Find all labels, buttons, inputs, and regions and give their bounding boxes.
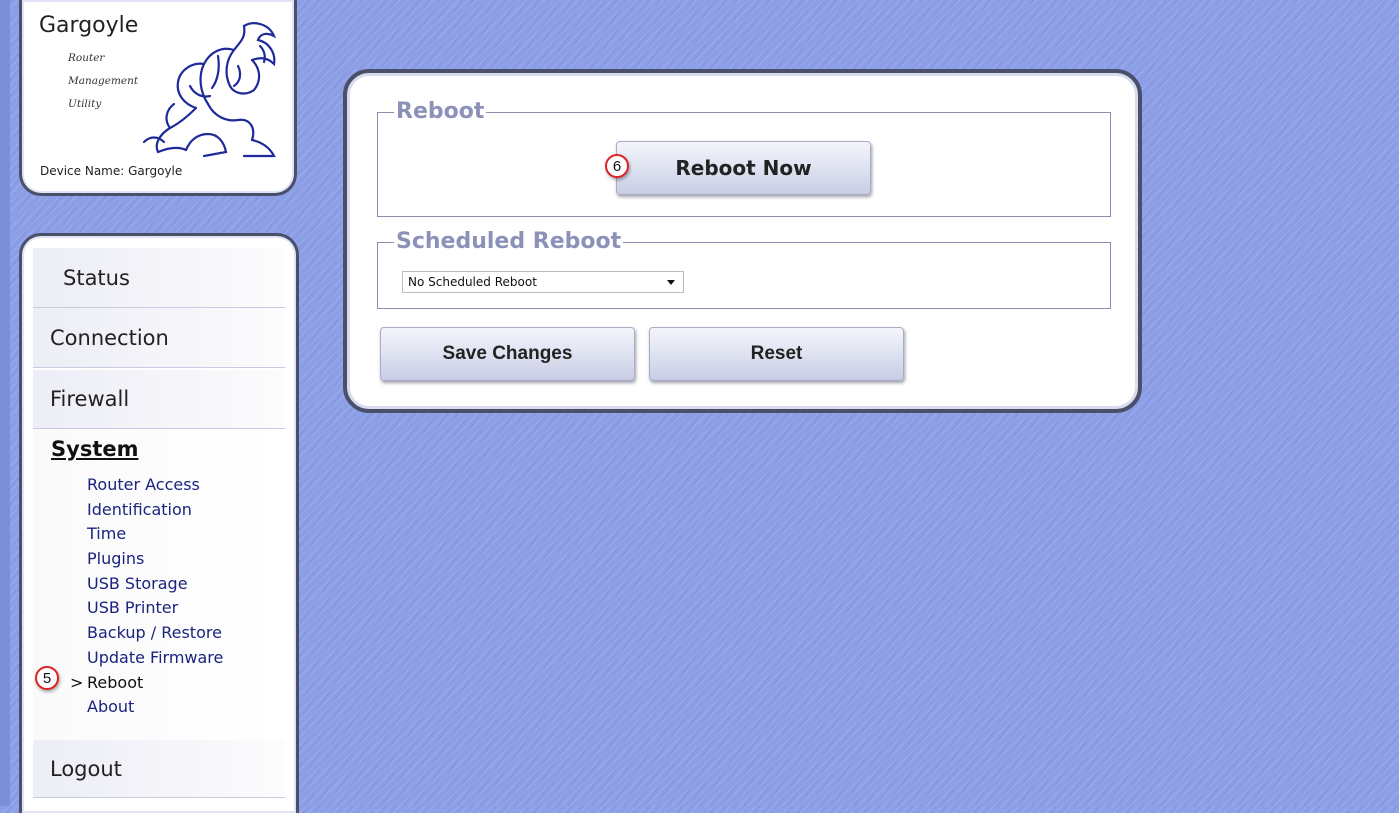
logo-subtitle-line: Router [68, 52, 105, 64]
chevron-down-icon [667, 280, 675, 285]
reset-button[interactable]: Reset [649, 327, 904, 381]
reboot-legend: Reboot [396, 99, 485, 124]
nav-logout[interactable]: Logout [33, 740, 285, 798]
submenu-identification[interactable]: Identification [87, 498, 223, 523]
scheduled-reboot-select[interactable]: No Scheduled Reboot [402, 271, 684, 293]
select-value: No Scheduled Reboot [408, 275, 537, 289]
submenu-usb-storage[interactable]: USB Storage [87, 572, 223, 597]
main-panel: Reboot Reboot Now Scheduled Reboot No Sc… [343, 69, 1142, 413]
submenu-plugins[interactable]: Plugins [87, 547, 223, 572]
submenu-usb-printer[interactable]: USB Printer [87, 596, 223, 621]
submenu-about[interactable]: About [87, 695, 223, 720]
window-edge [0, 0, 10, 806]
save-changes-button[interactable]: Save Changes [380, 327, 635, 381]
submenu-update-firmware[interactable]: Update Firmware [87, 646, 223, 671]
submenu-reboot[interactable]: Reboot [87, 673, 143, 692]
logo-subtitle-line: Utility [68, 98, 102, 110]
nav-system[interactable]: System [51, 437, 138, 461]
active-arrow-icon: > [70, 672, 84, 692]
nav-panel: Status Connection Firewall System Router… [19, 233, 299, 813]
step-6-badge: 6 [605, 154, 629, 178]
system-submenu: Router Access Identification Time Plugin… [70, 473, 223, 720]
logo-title: Gargoyle [39, 13, 139, 38]
nav-connection[interactable]: Connection [33, 308, 285, 368]
nav-status[interactable]: Status [33, 248, 285, 308]
device-name: Device Name: Gargoyle [40, 164, 183, 178]
submenu-backup-restore[interactable]: Backup / Restore [87, 621, 223, 646]
submenu-router-access[interactable]: Router Access [87, 473, 223, 498]
scheduled-reboot-fieldset: Scheduled Reboot [377, 231, 1111, 309]
submenu-reboot-row: > Reboot [70, 671, 223, 696]
logo-subtitle-line: Management [68, 75, 139, 87]
step-5-badge: 5 [35, 666, 59, 690]
gargoyle-logo-icon [142, 22, 277, 158]
reboot-now-button[interactable]: Reboot Now [616, 141, 871, 195]
scheduled-reboot-legend: Scheduled Reboot [396, 229, 622, 254]
nav-firewall[interactable]: Firewall [33, 370, 285, 429]
submenu-time[interactable]: Time [87, 522, 223, 547]
logo-panel: Gargoyle Router Management Utility Devic… [19, 0, 297, 196]
